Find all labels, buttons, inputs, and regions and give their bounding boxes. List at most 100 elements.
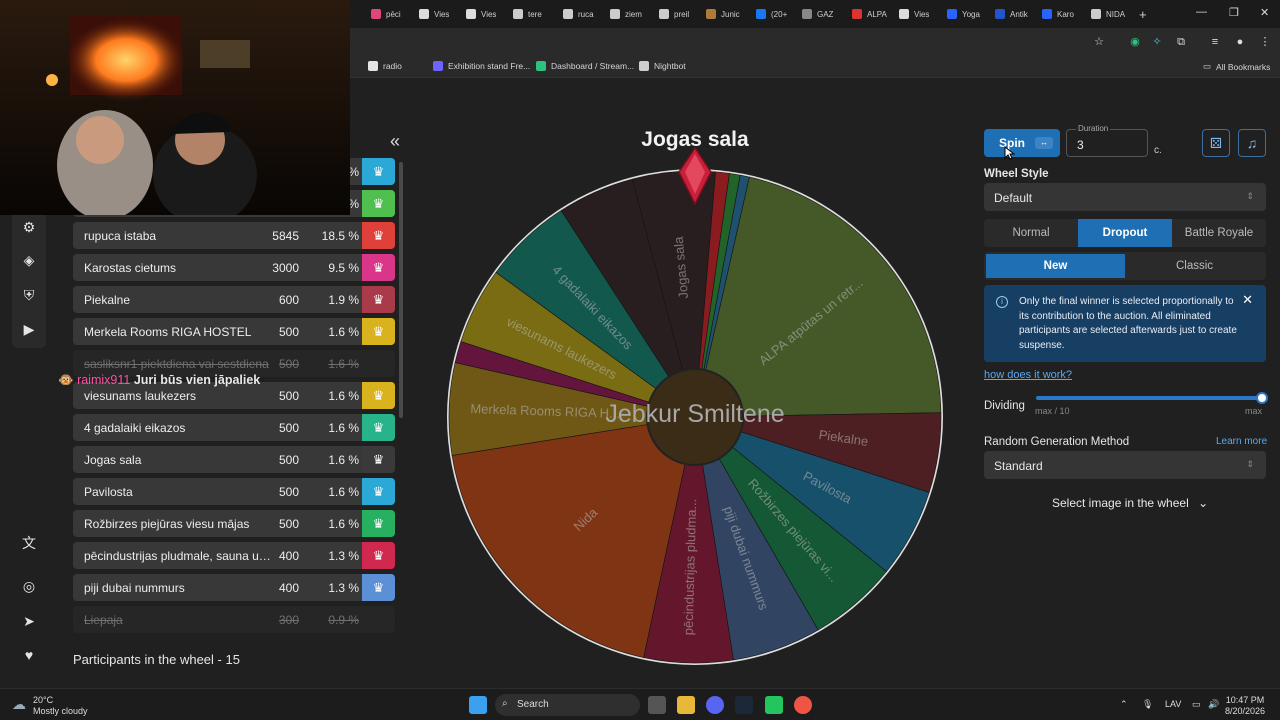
learn-more-link[interactable]: Learn more <box>1216 436 1267 447</box>
participant-color-cup-icon[interactable]: ♛ <box>362 510 395 537</box>
rng-select[interactable]: Standard ⇕ <box>984 451 1266 479</box>
bookmark-item[interactable]: radio <box>368 61 402 71</box>
browser-tab[interactable]: ALPA <box>852 6 887 22</box>
all-bookmarks[interactable]: ▭ All Bookmarks <box>1203 61 1270 72</box>
select-image-toggle[interactable]: Select image in the wheel ⌄ <box>1052 496 1208 510</box>
video-icon[interactable]: ▶ <box>20 320 38 338</box>
browser-tab[interactable]: NIDA <box>1091 6 1125 22</box>
settings-gear-icon[interactable]: ⚙ <box>20 218 38 236</box>
language-indicator[interactable]: LAV <box>1165 699 1181 709</box>
participant-color-cup-icon[interactable]: ♛ <box>362 382 395 409</box>
browser-tab[interactable]: GAZ <box>802 6 833 22</box>
microphone-icon[interactable]: 🎙 <box>1142 699 1153 710</box>
participant-row[interactable]: Karostas cietums 3000 9.5 % ♛ <box>73 254 395 281</box>
taskbar-clock[interactable]: 10:47 PM 8/20/2026 <box>1225 695 1265 717</box>
browser-tab[interactable]: Antik <box>995 6 1028 22</box>
variant-option[interactable]: Classic <box>1125 254 1264 278</box>
browser-tab[interactable]: preil <box>659 6 689 22</box>
participant-color-cup-icon[interactable]: ♛ <box>362 574 395 601</box>
browser-tab[interactable]: ruca <box>563 6 594 22</box>
browser-tab[interactable]: tere <box>513 6 542 22</box>
bookmark-item[interactable]: Exhibition stand Fre... <box>433 61 530 71</box>
mode-option[interactable]: Normal <box>984 219 1078 247</box>
wheel-style-select[interactable]: Default ⇕ <box>984 183 1266 211</box>
participant-row[interactable]: pēcindustrijas pludmale, sauna un ... 400… <box>73 542 395 569</box>
profile-avatar[interactable]: ● <box>1233 35 1247 49</box>
browser-tab[interactable]: ziem <box>610 6 642 22</box>
minimize-icon[interactable]: — <box>1196 6 1207 18</box>
discord-icon[interactable] <box>706 696 724 714</box>
participant-row[interactable]: Jogas sala 500 1.6 % ♛ <box>73 446 395 473</box>
media-control-icon[interactable]: ≡ <box>1208 35 1222 49</box>
dividing-slider-thumb[interactable] <box>1256 392 1268 404</box>
participant-row[interactable]: Pavilosta 500 1.6 % ♛ <box>73 478 395 505</box>
volume-icon[interactable]: 🔊 <box>1208 699 1219 710</box>
participant-row[interactable]: rupuca istaba 5845 18.5 % ♛ <box>73 222 395 249</box>
steam-icon[interactable] <box>735 696 753 714</box>
translate-icon[interactable]: 文 <box>20 534 38 552</box>
variant-option[interactable]: New <box>986 254 1125 278</box>
participant-row[interactable]: Rožbirzes piejūras viesu mājas 500 1.6 % ♛ <box>73 510 395 537</box>
extensions-puzzle-icon[interactable]: ⧉ <box>1174 35 1188 49</box>
new-tab-icon[interactable]: + <box>1139 6 1147 22</box>
task-view-icon[interactable] <box>648 696 666 714</box>
app-icon[interactable] <box>765 696 783 714</box>
network-icon[interactable]: ▭ <box>1192 699 1201 710</box>
bookmark-star-icon[interactable]: ☆ <box>1092 35 1106 49</box>
browser-tab[interactable]: Vies <box>466 6 496 22</box>
participant-color-cup-icon[interactable]: ♛ <box>362 414 395 441</box>
participant-row[interactable]: Liepaja 300 0.9 % <box>73 606 395 633</box>
browser-tab[interactable]: Karo <box>1042 6 1074 22</box>
layers-icon[interactable]: ◈ <box>20 251 38 269</box>
close-window-icon[interactable]: ✕ <box>1260 6 1269 19</box>
browser-tab[interactable]: pēci <box>371 6 401 22</box>
maximize-icon[interactable]: ❐ <box>1229 6 1239 19</box>
collapse-panel-icon[interactable]: « <box>390 131 400 152</box>
participant-row[interactable]: Piekalne 600 1.9 % ♛ <box>73 286 395 313</box>
participant-color-cup-icon[interactable]: ♛ <box>362 286 395 313</box>
bookmark-item[interactable]: Nightbot <box>639 61 686 71</box>
duration-field[interactable]: Duration 3 <box>1066 124 1148 157</box>
translate-extension-icon[interactable]: ✧ <box>1150 35 1164 49</box>
browser-tab[interactable]: Vies <box>419 6 449 22</box>
participant-color-cup-icon[interactable]: ♛ <box>362 190 395 217</box>
participant-row[interactable]: piji dubai nummurs 400 1.3 % ♛ <box>73 574 395 601</box>
extension-icon[interactable]: ◉ <box>1128 35 1142 49</box>
dice-icon[interactable]: ⚄ <box>1202 129 1230 157</box>
participant-color-cup-icon[interactable]: ♛ <box>362 446 395 473</box>
start-icon[interactable] <box>469 696 487 714</box>
participant-color-cup-icon[interactable] <box>362 350 395 377</box>
shield-icon[interactable]: ⛨ <box>20 286 38 304</box>
close-icon[interactable]: ✕ <box>1242 292 1253 308</box>
browser-tab[interactable]: (20+ <box>756 6 787 22</box>
participant-color-cup-icon[interactable]: ♛ <box>362 478 395 505</box>
file-explorer-icon[interactable] <box>677 696 695 714</box>
mode-option[interactable]: Battle Royale <box>1172 219 1266 247</box>
participant-color-cup-icon[interactable] <box>362 606 395 633</box>
participant-color-cup-icon[interactable]: ♛ <box>362 318 395 345</box>
how-it-works-link[interactable]: how does it work? <box>984 369 1072 381</box>
github-icon[interactable]: ◎ <box>20 577 38 595</box>
weather-widget[interactable]: 20°C Mostly cloudy <box>33 695 88 717</box>
participant-row[interactable]: Merkela Rooms RIGA HOSTEL 500 1.6 % ♛ <box>73 318 395 345</box>
participant-color-cup-icon[interactable]: ♛ <box>362 158 395 185</box>
dividing-slider-track[interactable] <box>1036 396 1262 400</box>
mode-option[interactable]: Dropout <box>1078 219 1172 247</box>
participant-color-cup-icon[interactable]: ♛ <box>362 222 395 249</box>
tray-chevron-icon[interactable]: ⌃ <box>1120 699 1128 710</box>
participant-color-cup-icon[interactable]: ♛ <box>362 542 395 569</box>
taskbar-search[interactable]: ⌕ Search <box>495 694 640 716</box>
browser-tab[interactable]: Vies <box>899 6 929 22</box>
browser-tab[interactable]: Yoga <box>947 6 980 22</box>
donate-icon[interactable]: ♥ <box>20 646 38 664</box>
telegram-icon[interactable]: ➤ <box>20 612 38 630</box>
spin-button[interactable]: Spin ↔ <box>984 129 1060 157</box>
participant-row[interactable]: 4 gadalaiki eikazos 500 1.6 % ♛ <box>73 414 395 441</box>
browser-menu-icon[interactable]: ⋮ <box>1258 35 1272 49</box>
participant-color-cup-icon[interactable]: ♛ <box>362 254 395 281</box>
list-scrollbar[interactable] <box>399 162 403 418</box>
bookmark-item[interactable]: Dashboard / Stream... <box>536 61 634 71</box>
browser-tab[interactable]: Junic <box>706 6 740 22</box>
chrome-icon[interactable] <box>794 696 812 714</box>
music-icon[interactable]: ♫ <box>1238 129 1266 157</box>
